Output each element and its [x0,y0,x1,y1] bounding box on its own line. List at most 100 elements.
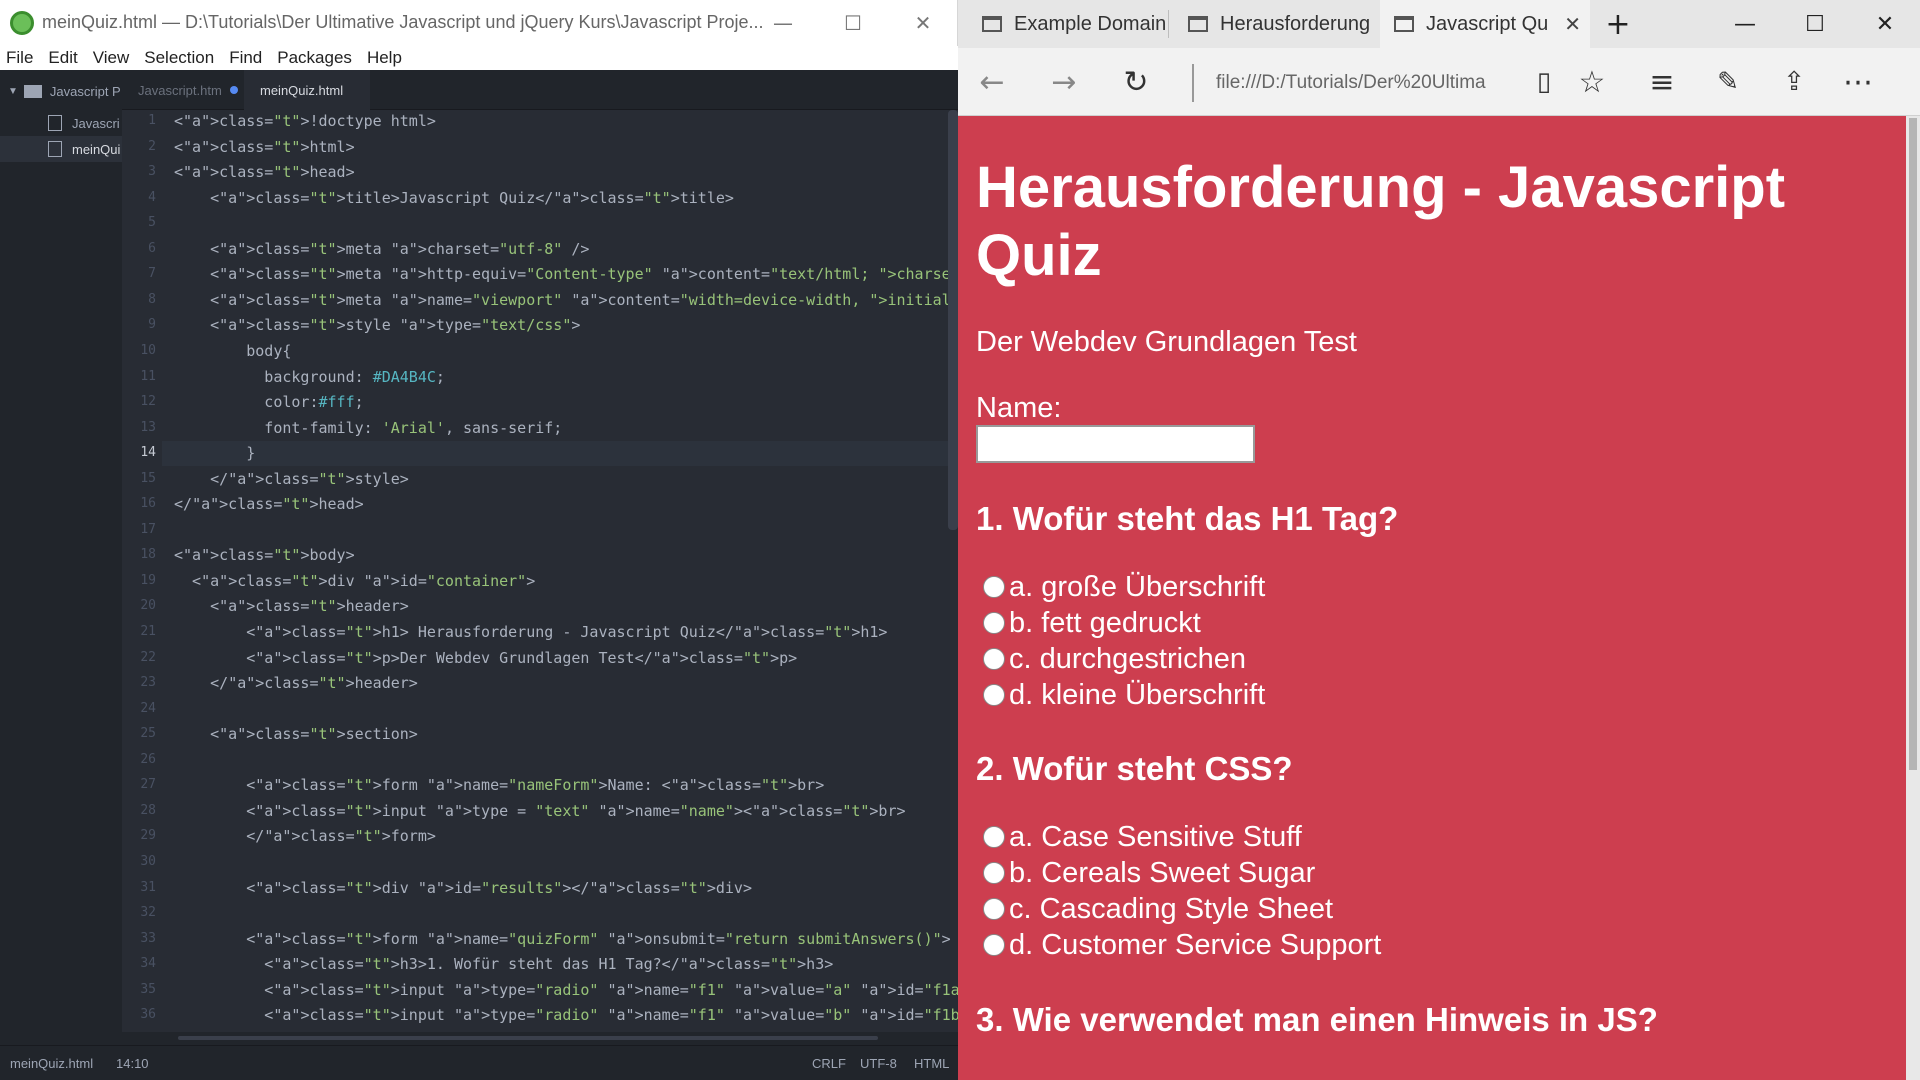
radio-button[interactable] [983,648,1005,670]
tree-project-folder[interactable]: ▼ Javascript P [0,78,122,104]
code-line[interactable]: <"a">class="t">h3>1. Wofür steht das H1 … [174,952,833,977]
radio-button[interactable] [983,826,1005,848]
share-icon[interactable]: ⇪ [1770,60,1818,104]
menu-packages[interactable]: Packages [277,48,352,68]
favorite-star-icon[interactable]: ☆ [1568,60,1616,104]
radio-button[interactable] [983,862,1005,884]
code-line[interactable]: <"a">class="t">div "a">id="container"> [174,569,535,594]
code-line[interactable]: <"a">class="t">h1> Herausforderung - Jav… [174,620,887,645]
code-line[interactable]: font-family: 'Arial', sans-serif; [174,416,562,441]
code-line[interactable]: <"a">class="t">html> [174,135,355,160]
code-line[interactable]: <"a">class="t">div "a">id="results"></"a… [174,876,752,901]
code-line[interactable]: body{ [174,339,291,364]
reading-view-icon[interactable]: ▯ [1520,60,1568,104]
tree-file-javascript[interactable]: Javascri [0,110,122,136]
code-line[interactable]: </"a">class="t">header> [174,671,418,696]
code-line[interactable]: <"a">class="t">input "a">type="radio" "a… [174,1003,958,1028]
code-line[interactable]: <"a">class="t">form "a">name="nameForm">… [174,773,824,798]
answer-option[interactable]: c. Cascading Style Sheet [983,892,1333,926]
answer-option[interactable]: c. durchgestrichen [983,642,1246,676]
address-separator [1192,64,1194,102]
code-line[interactable]: color:#fff; [174,390,363,415]
page-scrollbar-thumb[interactable] [1909,118,1917,770]
line-number: 22 [140,649,156,665]
code-line[interactable]: <"a">class="t">header> [174,594,409,619]
answer-option[interactable]: b. Cereals Sweet Sugar [983,856,1315,890]
code-editor[interactable]: 1 2 3 4 5 6 7 8 9 10 11 12 13 14 15 16 17 18 19 20 21 22 23 24 2… [122,110,958,1032]
name-input[interactable] [976,425,1255,463]
code-line[interactable]: </"a">class="t">form> [174,824,436,849]
line-number: 15 [140,470,156,486]
back-arrow-icon[interactable]: ← [968,60,1016,104]
forward-arrow-icon[interactable]: → [1040,60,1088,104]
code-line[interactable]: <"a">class="t">form "a">name="quizForm" … [174,927,950,952]
menu-view[interactable]: View [93,48,130,68]
browser-tab-javascript-quiz[interactable]: Javascript Qu ✕ [1380,0,1590,48]
code-line[interactable]: </"a">class="t">style> [174,467,409,492]
status-encoding[interactable]: UTF-8 [860,1056,897,1071]
minimize-icon[interactable]: — [748,0,818,46]
code-line[interactable]: <"a">class="t">input "a">type = "text" "… [174,799,905,824]
refresh-icon[interactable]: ↻ [1112,60,1160,104]
answer-option[interactable]: a. Case Sensitive Stuff [983,820,1302,854]
radio-button[interactable] [983,898,1005,920]
code-line[interactable]: <"a">class="t">head> [174,160,355,185]
code-line[interactable]: <"a">class="t">input "a">type="radio" "a… [174,978,958,1003]
line-number: 24 [140,700,156,716]
maximize-icon[interactable]: ☐ [818,0,888,46]
code-line[interactable]: <"a">class="t">input "a">type="radio" "a… [174,1029,958,1033]
radio-button[interactable] [983,612,1005,634]
address-bar[interactable]: file:///D:/Tutorials/Der%20Ultima [1216,68,1516,98]
menu-help[interactable]: Help [367,48,402,68]
code-line[interactable]: <"a">class="t">!doctype html> [174,110,436,134]
browser-tab-herausforderung[interactable]: Herausforderung [1174,0,1374,48]
tab-meinquiz-html[interactable]: meinQuiz.html [244,70,370,110]
close-icon[interactable]: ✕ [888,0,958,46]
line-number: 25 [140,726,156,742]
radio-button[interactable] [983,576,1005,598]
code-line[interactable]: background: #DA4B4C; [174,365,445,390]
status-grammar[interactable]: HTML [914,1056,949,1071]
code-line[interactable]: <"a">class="t">section> [174,722,418,747]
browser-tab-example-domain[interactable]: Example Domain [968,0,1168,48]
menu-edit[interactable]: Edit [48,48,77,68]
browser-tab-label: Example Domain [1014,12,1167,35]
maximize-icon[interactable]: ☐ [1780,0,1850,48]
status-cursor[interactable]: 14:10 [116,1056,149,1071]
code-line[interactable]: <"a">class="t">meta "a">name="viewport" … [174,288,958,313]
radio-button[interactable] [983,684,1005,706]
file-icon [48,115,62,131]
status-line-ending[interactable]: CRLF [812,1056,846,1071]
menu-selection[interactable]: Selection [144,48,214,68]
close-icon[interactable]: ✕ [1850,0,1920,48]
code-line[interactable]: <"a">class="t">body> [174,543,355,568]
code-line[interactable]: <"a">class="t">title>Javascript Quiz</"a… [174,186,734,211]
answer-option[interactable]: d. Customer Service Support [983,928,1381,962]
answer-label: d. kleine Überschrift [1009,678,1266,711]
tree-file-label: Javascri [72,115,120,131]
code-line[interactable]: } [174,441,255,466]
code-line[interactable]: <"a">class="t">style "a">type="text/css"… [174,313,580,338]
editor-vertical-scrollbar[interactable] [948,110,958,530]
tree-file-meinquiz[interactable]: meinQui [0,136,122,162]
code-line[interactable]: <"a">class="t">meta "a">charset="utf-8" … [174,237,589,262]
answer-option[interactable]: a. große Überschrift [983,570,1265,604]
answer-option[interactable]: b. fett gedruckt [983,606,1201,640]
new-tab-icon[interactable]: + [1590,0,1646,48]
web-note-icon[interactable]: ✎ [1704,60,1752,104]
code-line[interactable]: <"a">class="t">p>Der Webdev Grundlagen T… [174,646,797,671]
menu-find[interactable]: Find [229,48,262,68]
menu-file[interactable]: File [6,48,33,68]
radio-button[interactable] [983,934,1005,956]
line-number-gutter: 1 2 3 4 5 6 7 8 9 10 11 12 13 14 15 16 17 18 19 20 21 22 23 24 2… [122,110,162,1032]
code-line[interactable]: </"a">class="t">head> [174,492,364,517]
editor-horizontal-scrollbar[interactable] [178,1036,878,1040]
code-line[interactable]: <"a">class="t">meta "a">http-equiv="Cont… [174,262,958,287]
close-tab-icon[interactable]: ✕ [1564,12,1581,37]
tab-javascript-htm[interactable]: Javascript.htm [122,70,244,110]
minimize-icon[interactable]: — [1710,0,1780,48]
answer-option[interactable]: d. kleine Überschrift [983,678,1265,712]
hub-icon[interactable]: ≡ [1638,60,1686,104]
status-file[interactable]: meinQuiz.html [10,1056,93,1071]
more-icon[interactable]: ⋯ [1834,60,1882,104]
